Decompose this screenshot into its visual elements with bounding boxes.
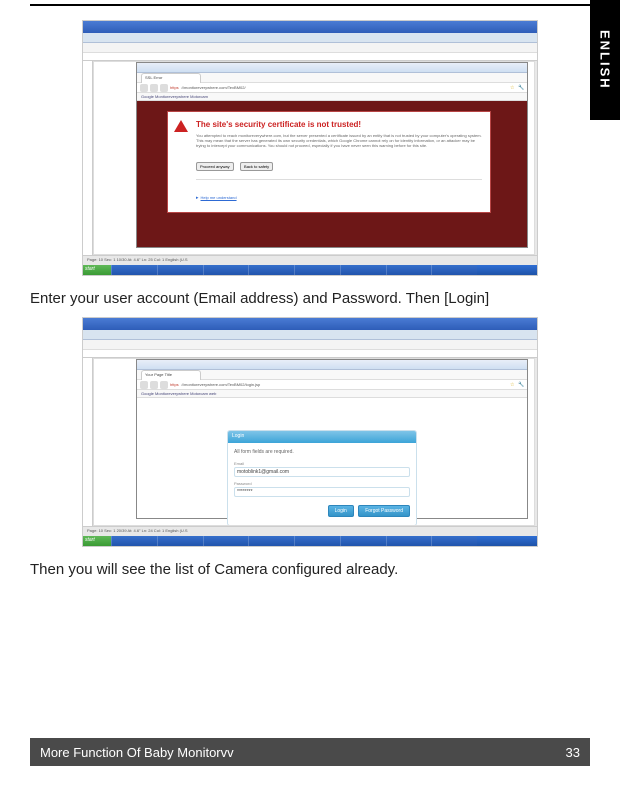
- login-page: Login All form fields are required. Emai…: [137, 398, 527, 518]
- embedded-browser: Your Page Title https ://monitoreverywhe…: [136, 359, 528, 519]
- https-warn-icon: https: [170, 382, 179, 387]
- window-titlebar: [83, 21, 537, 33]
- bookmarks-bar: Google Monitoreverywhere Motorcam web: [137, 390, 527, 398]
- proceed-anyway-button[interactable]: Proceed anyway: [196, 162, 234, 171]
- window-titlebar: [83, 318, 537, 330]
- required-message: All form fields are required.: [234, 449, 410, 455]
- password-field[interactable]: [234, 487, 410, 497]
- nav-back-icon[interactable]: [140, 84, 148, 92]
- browser-titlebar: [137, 360, 527, 370]
- app-toolbar: [83, 330, 537, 340]
- browser-tab[interactable]: SSL Error: [141, 73, 201, 83]
- app-toolbar-2: [83, 43, 537, 53]
- page-footer: More Function Of Baby Monitorvv 33: [30, 738, 590, 766]
- nav-forward-icon[interactable]: [150, 381, 158, 389]
- browser-tabs: Your Page Title: [137, 370, 527, 380]
- nav-reload-icon[interactable]: [160, 84, 168, 92]
- screenshot-login-page: Your Page Title https ://monitoreverywhe…: [82, 317, 538, 547]
- settings-wrench-icon[interactable]: 🔧: [518, 85, 524, 91]
- status-bar: Page: 10 Sec: 1 10/30 At: 4.6" Ln: 25 Co…: [83, 255, 537, 265]
- document-canvas: SSL Error https ://monitoreverywhere.com…: [93, 61, 535, 255]
- footer-page-number: 33: [566, 745, 580, 760]
- browser-tab[interactable]: Your Page Title: [141, 370, 201, 380]
- url-text: ://monitoreverywhere.com/TexBM02/: [181, 85, 508, 90]
- nav-back-icon[interactable]: [140, 381, 148, 389]
- taskbar-items: [111, 265, 477, 275]
- embedded-browser: SSL Error https ://monitoreverywhere.com…: [136, 62, 528, 248]
- ssl-error-page: The site's security certificate is not t…: [137, 101, 527, 247]
- https-warn-icon: https: [170, 85, 179, 90]
- back-to-safety-button[interactable]: Back to safety: [240, 162, 273, 171]
- bookmarks-bar: Google Monitoreverywhere Motorcam: [137, 93, 527, 101]
- app-toolbar-2: [83, 340, 537, 350]
- address-bar[interactable]: https ://monitoreverywhere.com/TexBM02/l…: [137, 380, 527, 390]
- divider: [196, 179, 482, 180]
- browser-titlebar: [137, 63, 527, 73]
- password-label: Password: [234, 481, 410, 486]
- windows-taskbar: start: [83, 265, 537, 275]
- start-button[interactable]: start: [83, 536, 111, 546]
- system-tray: [477, 265, 537, 275]
- settings-wrench-icon[interactable]: 🔧: [518, 382, 524, 388]
- status-bar: Page: 10 Sec: 1 20/39 At: 4.6" Ln: 24 Co…: [83, 526, 537, 536]
- login-header: Login: [228, 431, 416, 443]
- login-button[interactable]: Login: [328, 505, 354, 517]
- instruction-login: Enter your user account (Email address) …: [30, 290, 590, 307]
- expand-caret-icon[interactable]: ▸: [196, 195, 199, 201]
- screenshot-ssl-warning: SSL Error https ://monitoreverywhere.com…: [82, 20, 538, 276]
- url-text: ://monitoreverywhere.com/TexBM02/login.j…: [181, 382, 508, 387]
- instruction-camera-list: Then you will see the list of Camera con…: [30, 561, 590, 578]
- document-canvas: Your Page Title https ://monitoreverywhe…: [93, 358, 535, 526]
- language-tab: ENLISH: [590, 0, 620, 120]
- email-field[interactable]: [234, 467, 410, 477]
- bookmark-star-icon[interactable]: ☆: [510, 382, 516, 388]
- start-button[interactable]: start: [83, 265, 111, 275]
- help-understand-link[interactable]: Help me understand: [201, 195, 237, 200]
- warning-triangle-icon: [174, 120, 188, 132]
- ssl-warning-card: The site's security certificate is not t…: [167, 111, 491, 213]
- ruler-vertical: [83, 358, 93, 526]
- email-label: Email: [234, 461, 410, 466]
- address-bar[interactable]: https ://monitoreverywhere.com/TexBM02/ …: [137, 83, 527, 93]
- taskbar-items: [111, 536, 477, 546]
- nav-reload-icon[interactable]: [160, 381, 168, 389]
- forgot-password-button[interactable]: Forgot Password: [358, 505, 410, 517]
- app-toolbar: [83, 33, 537, 43]
- ruler-vertical: [83, 61, 93, 255]
- ruler-horizontal: [83, 53, 537, 61]
- warning-title: The site's security certificate is not t…: [196, 120, 482, 129]
- ruler-horizontal: [83, 350, 537, 358]
- system-tray: [477, 536, 537, 546]
- warning-text: You attempted to reach monitoreverywhere…: [196, 133, 482, 149]
- nav-forward-icon[interactable]: [150, 84, 158, 92]
- login-panel: Login All form fields are required. Emai…: [227, 430, 417, 526]
- footer-section-title: More Function Of Baby Monitorvv: [40, 745, 234, 760]
- browser-tabs: SSL Error: [137, 73, 527, 83]
- bookmark-star-icon[interactable]: ☆: [510, 85, 516, 91]
- windows-taskbar: start: [83, 536, 537, 546]
